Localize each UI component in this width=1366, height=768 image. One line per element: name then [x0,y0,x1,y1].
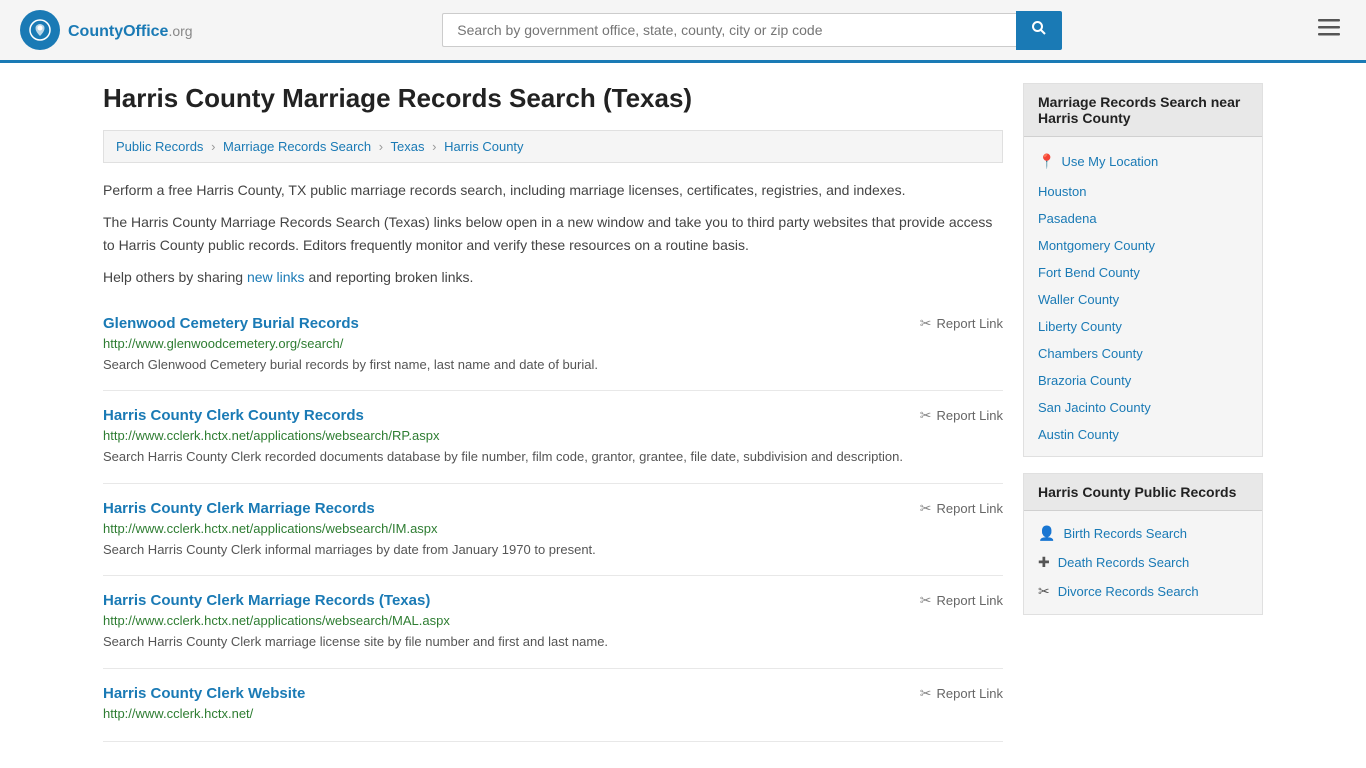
sidebar-item-pasadena[interactable]: Pasadena [1024,205,1262,232]
page-title: Harris County Marriage Records Search (T… [103,83,1003,114]
logo-suffix: .org [168,23,192,39]
use-location[interactable]: 📍 Use My Location [1024,145,1262,178]
record-title-1[interactable]: Harris County Clerk County Records [103,407,364,424]
search-bar [442,11,1062,50]
report-icon-0: ✂ [920,315,932,332]
report-icon-1: ✂ [920,407,932,424]
records-list: Glenwood Cemetery Burial Records ✂ Repor… [103,299,1003,742]
use-location-link[interactable]: Use My Location [1061,154,1158,169]
sidebar: Marriage Records Search near Harris Coun… [1023,83,1263,742]
main-content: Harris County Marriage Records Search (T… [103,83,1003,742]
main-container: Harris County Marriage Records Search (T… [83,63,1283,762]
report-link-0[interactable]: ✂ Report Link [920,315,1003,332]
record-url-4[interactable]: http://www.cclerk.hctx.net/ [103,706,1003,721]
scissors-icon: ✂ [1038,583,1050,600]
logo-icon [20,10,60,50]
report-link-1[interactable]: ✂ Report Link [920,407,1003,424]
description-2: The Harris County Marriage Records Searc… [103,211,1003,256]
description-1: Perform a free Harris County, TX public … [103,179,1003,201]
breadcrumb-texas[interactable]: Texas [391,139,425,154]
report-icon-4: ✂ [920,685,932,702]
breadcrumb-harris-county[interactable]: Harris County [444,139,523,154]
record-title-3[interactable]: Harris County Clerk Marriage Records (Te… [103,592,430,609]
record-item: Harris County Clerk Marriage Records (Te… [103,576,1003,669]
breadcrumb-marriage-records[interactable]: Marriage Records Search [223,139,371,154]
record-url-3[interactable]: http://www.cclerk.hctx.net/applications/… [103,613,1003,628]
description-3: Help others by sharing new links and rep… [103,266,1003,288]
sidebar-item-montgomery-county[interactable]: Montgomery County [1024,232,1262,259]
breadcrumb-public-records[interactable]: Public Records [116,139,203,154]
record-url-0[interactable]: http://www.glenwoodcemetery.org/search/ [103,336,1003,351]
sidebar-item-birth-records[interactable]: 👤 Birth Records Search [1024,519,1262,548]
nearby-section-title: Marriage Records Search near Harris Coun… [1024,84,1262,137]
logo-name: CountyOffice [68,23,168,40]
search-input[interactable] [442,13,1016,47]
record-desc-0: Search Glenwood Cemetery burial records … [103,355,1003,375]
record-url-1[interactable]: http://www.cclerk.hctx.net/applications/… [103,428,1003,443]
header: CountyOffice.org [0,0,1366,63]
logo-text: CountyOffice.org [68,19,193,42]
new-links-link[interactable]: new links [247,269,305,285]
report-link-2[interactable]: ✂ Report Link [920,500,1003,517]
sidebar-item-austin-county[interactable]: Austin County [1024,421,1262,448]
record-item: Harris County Clerk Website ✂ Report Lin… [103,669,1003,742]
nearby-section-content: 📍 Use My Location Houston Pasadena Montg… [1024,137,1262,456]
location-pin-icon: 📍 [1038,153,1055,170]
record-title-0[interactable]: Glenwood Cemetery Burial Records [103,315,359,332]
record-desc-1: Search Harris County Clerk recorded docu… [103,447,1003,467]
public-records-section-title: Harris County Public Records [1024,474,1262,511]
public-records-content: 👤 Birth Records Search ✚ Death Records S… [1024,511,1262,614]
sidebar-item-brazoria-county[interactable]: Brazoria County [1024,367,1262,394]
record-url-2[interactable]: http://www.cclerk.hctx.net/applications/… [103,521,1003,536]
hamburger-menu[interactable] [1312,10,1346,50]
record-item: Glenwood Cemetery Burial Records ✂ Repor… [103,299,1003,392]
report-link-4[interactable]: ✂ Report Link [920,685,1003,702]
record-title-2[interactable]: Harris County Clerk Marriage Records [103,500,375,517]
sidebar-item-houston[interactable]: Houston [1024,178,1262,205]
sidebar-item-san-jacinto-county[interactable]: San Jacinto County [1024,394,1262,421]
sidebar-item-chambers-county[interactable]: Chambers County [1024,340,1262,367]
record-title-4[interactable]: Harris County Clerk Website [103,685,305,702]
sidebar-item-death-records[interactable]: ✚ Death Records Search [1024,548,1262,577]
report-icon-3: ✂ [920,592,932,609]
record-item: Harris County Clerk County Records ✂ Rep… [103,391,1003,484]
sidebar-item-waller-county[interactable]: Waller County [1024,286,1262,313]
nearby-section: Marriage Records Search near Harris Coun… [1023,83,1263,457]
sidebar-item-fort-bend-county[interactable]: Fort Bend County [1024,259,1262,286]
logo-area: CountyOffice.org [20,10,193,50]
report-link-3[interactable]: ✂ Report Link [920,592,1003,609]
sidebar-item-divorce-records[interactable]: ✂ Divorce Records Search [1024,577,1262,606]
plus-icon: ✚ [1038,554,1050,571]
public-records-section: Harris County Public Records 👤 Birth Rec… [1023,473,1263,615]
record-desc-3: Search Harris County Clerk marriage lice… [103,632,1003,652]
breadcrumb: Public Records › Marriage Records Search… [103,130,1003,163]
record-desc-2: Search Harris County Clerk informal marr… [103,540,1003,560]
person-icon: 👤 [1038,525,1055,542]
record-item: Harris County Clerk Marriage Records ✂ R… [103,484,1003,577]
sidebar-item-liberty-county[interactable]: Liberty County [1024,313,1262,340]
search-button[interactable] [1016,11,1062,50]
report-icon-2: ✂ [920,500,932,517]
